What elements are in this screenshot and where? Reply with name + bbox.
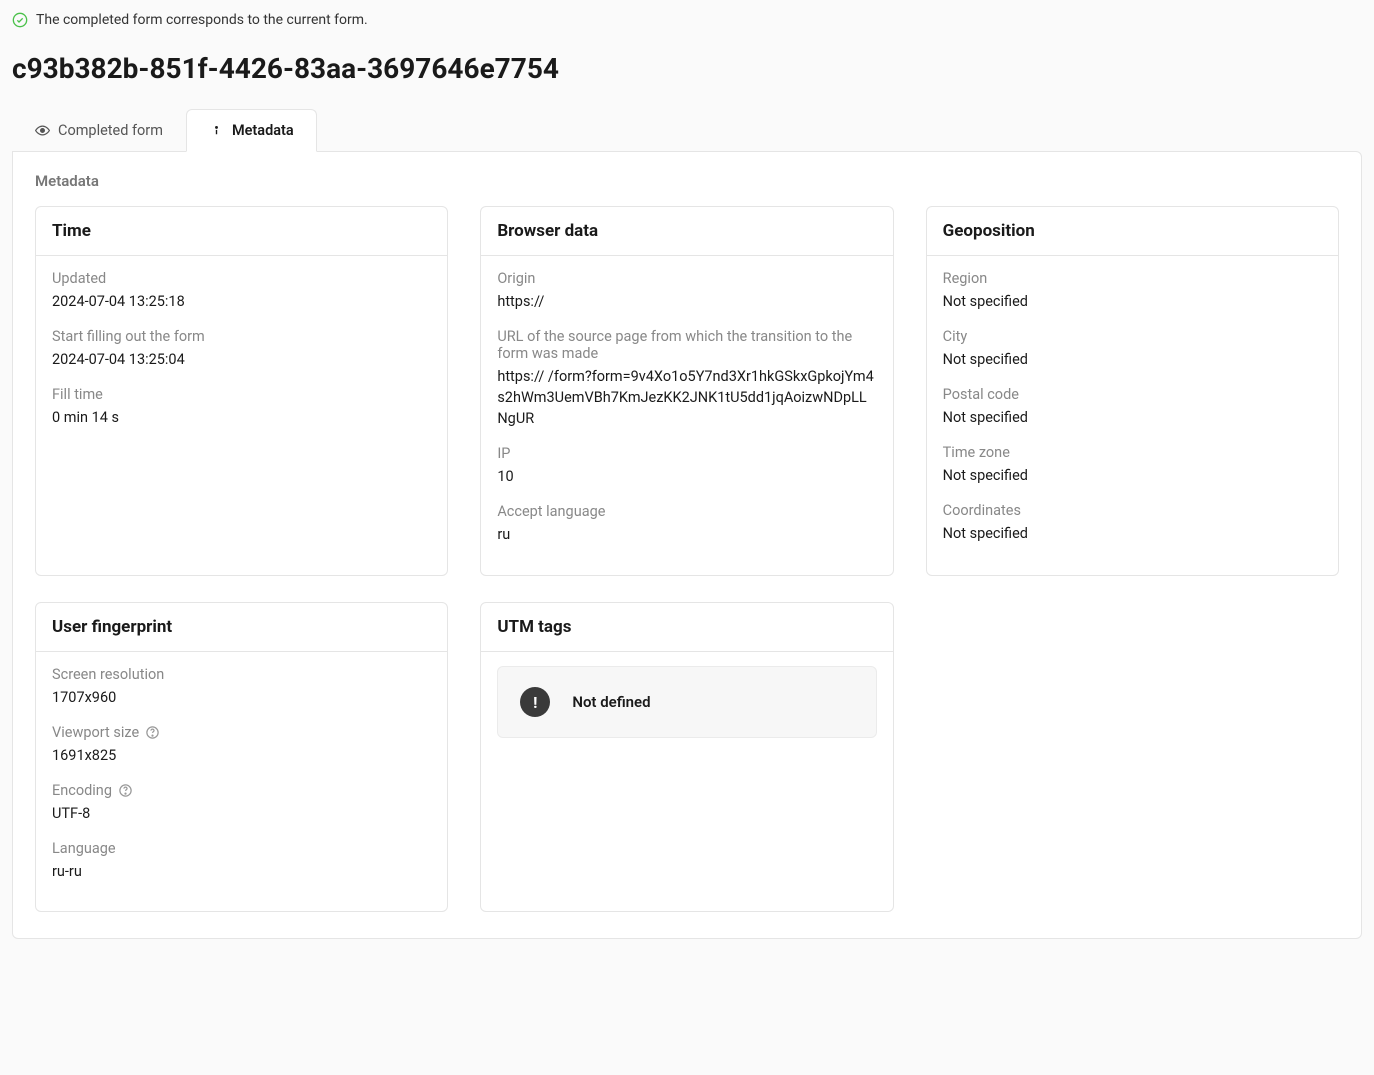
card-title: User fingerprint <box>52 617 431 637</box>
cards-row-1: Time Updated 2024-07-04 13:25:18 Start f… <box>35 206 1339 576</box>
card-geoposition: Geoposition Region Not specified City No… <box>926 206 1339 576</box>
check-circle-icon <box>12 12 28 28</box>
field-label: Fill time <box>52 386 431 403</box>
field-label: Language <box>52 840 431 857</box>
field-label: Origin <box>497 270 876 287</box>
page-title: c93b382b-851f-4426-83aa-3697646e7754 <box>12 52 1362 85</box>
field-label: Encoding <box>52 782 431 799</box>
not-defined-text: Not defined <box>572 693 650 711</box>
field-coordinates: Coordinates Not specified <box>943 502 1322 544</box>
field-fill-time: Fill time 0 min 14 s <box>52 386 431 428</box>
field-value: UTF-8 <box>52 803 431 824</box>
field-encoding: Encoding UTF-8 <box>52 782 431 824</box>
tab-metadata[interactable]: Metadata <box>186 109 317 152</box>
field-label: Viewport size <box>52 724 431 741</box>
field-value: 1691x825 <box>52 745 431 766</box>
card-body[interactable]: ! Not defined <box>481 652 892 911</box>
card-title: Time <box>52 221 431 241</box>
tab-label: Completed form <box>58 122 163 139</box>
not-defined-alert: ! Not defined <box>497 666 876 738</box>
field-label: Start filling out the form <box>52 328 431 345</box>
cards-row-2: User fingerprint Screen resolution 1707x… <box>35 602 1339 912</box>
field-label: URL of the source page from which the tr… <box>497 328 876 362</box>
field-label: Screen resolution <box>52 666 431 683</box>
card-time: Time Updated 2024-07-04 13:25:18 Start f… <box>35 206 448 576</box>
field-updated: Updated 2024-07-04 13:25:18 <box>52 270 431 312</box>
card-user-fingerprint: User fingerprint Screen resolution 1707x… <box>35 602 448 912</box>
field-start: Start filling out the form 2024-07-04 13… <box>52 328 431 370</box>
field-value: ru <box>497 524 876 545</box>
field-value: Not specified <box>943 465 1322 486</box>
field-city: City Not specified <box>943 328 1322 370</box>
field-label: Coordinates <box>943 502 1322 519</box>
field-accept-language: Accept language ru <box>497 503 876 545</box>
field-label: IP <box>497 445 876 462</box>
card-utm-tags: UTM tags ! Not defined <box>480 602 893 912</box>
field-value: Not specified <box>943 407 1322 428</box>
field-value: 0 min 14 s <box>52 407 431 428</box>
field-label: City <box>943 328 1322 345</box>
field-value: https:// /form?form=9v4Xo1o5Y7nd3Xr1hkGS… <box>497 366 876 429</box>
field-postal-code: Postal code Not specified <box>943 386 1322 428</box>
field-label: Accept language <box>497 503 876 520</box>
field-source-url: URL of the source page from which the tr… <box>497 328 876 429</box>
card-title: Geoposition <box>943 221 1322 241</box>
metadata-panel: Metadata Time Updated 2024-07-04 13:25:1… <box>12 151 1362 939</box>
section-label: Metadata <box>35 172 1339 190</box>
help-icon[interactable] <box>118 783 133 798</box>
card-body[interactable]: Screen resolution 1707x960 Viewport size… <box>36 652 447 911</box>
status-text: The completed form corresponds to the cu… <box>36 12 368 28</box>
help-icon[interactable] <box>145 725 160 740</box>
field-label: Postal code <box>943 386 1322 403</box>
field-value: 2024-07-04 13:25:04 <box>52 349 431 370</box>
field-label: Updated <box>52 270 431 287</box>
field-label: Region <box>943 270 1322 287</box>
field-ip: IP 10 <box>497 445 876 487</box>
field-time-zone: Time zone Not specified <box>943 444 1322 486</box>
tabs: Completed form Metadata <box>12 109 1362 152</box>
field-viewport-size: Viewport size 1691x825 <box>52 724 431 766</box>
field-value: Not specified <box>943 291 1322 312</box>
field-screen-resolution: Screen resolution 1707x960 <box>52 666 431 708</box>
field-value: 10 <box>497 466 876 487</box>
card-body[interactable]: Updated 2024-07-04 13:25:18 Start fillin… <box>36 256 447 575</box>
eye-icon <box>35 123 50 138</box>
field-value: https:// <box>497 291 876 312</box>
card-title: UTM tags <box>497 617 876 637</box>
field-value: ru-ru <box>52 861 431 882</box>
field-origin: Origin https:// <box>497 270 876 312</box>
field-value: 2024-07-04 13:25:18 <box>52 291 431 312</box>
card-body[interactable]: Origin https:// URL of the source page f… <box>481 256 892 575</box>
field-value: 1707x960 <box>52 687 431 708</box>
card-title: Browser data <box>497 221 876 241</box>
tab-label: Metadata <box>232 122 294 139</box>
card-body[interactable]: Region Not specified City Not specified … <box>927 256 1338 575</box>
status-banner: The completed form corresponds to the cu… <box>12 12 1362 28</box>
tab-completed-form[interactable]: Completed form <box>12 109 186 152</box>
field-value: Not specified <box>943 523 1322 544</box>
exclamation-icon: ! <box>520 687 550 717</box>
card-browser-data: Browser data Origin https:// URL of the … <box>480 206 893 576</box>
field-region: Region Not specified <box>943 270 1322 312</box>
info-icon <box>209 123 224 138</box>
field-value: Not specified <box>943 349 1322 370</box>
field-label: Time zone <box>943 444 1322 461</box>
field-language: Language ru-ru <box>52 840 431 882</box>
